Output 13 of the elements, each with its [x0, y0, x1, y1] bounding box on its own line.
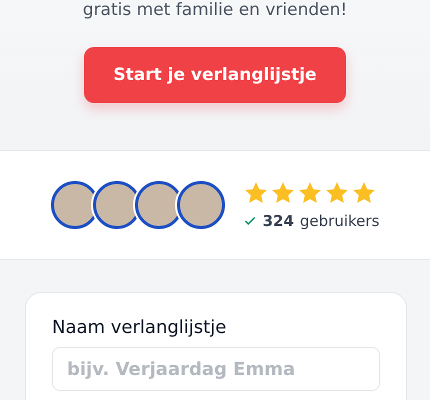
star-icon — [270, 180, 296, 206]
star-icon — [242, 180, 269, 206]
users-count: 324 — [262, 212, 294, 230]
field-label: Naam verlanglijstje — [52, 317, 228, 339]
star-icon — [350, 180, 377, 206]
check-icon — [242, 214, 257, 228]
star-icon — [296, 180, 323, 206]
start-wishlist-button[interactable]: Start je verlanglijstje — [84, 47, 346, 103]
users-label: gebruikers — [300, 212, 380, 230]
avatar-circle — [176, 181, 225, 229]
star-icon — [324, 180, 350, 206]
wishlist-name-field[interactable]: bijv. Verjaardag Emma — [52, 347, 380, 391]
hero-subtitle: gratis met familie en vrienden! — [82, 0, 348, 22]
